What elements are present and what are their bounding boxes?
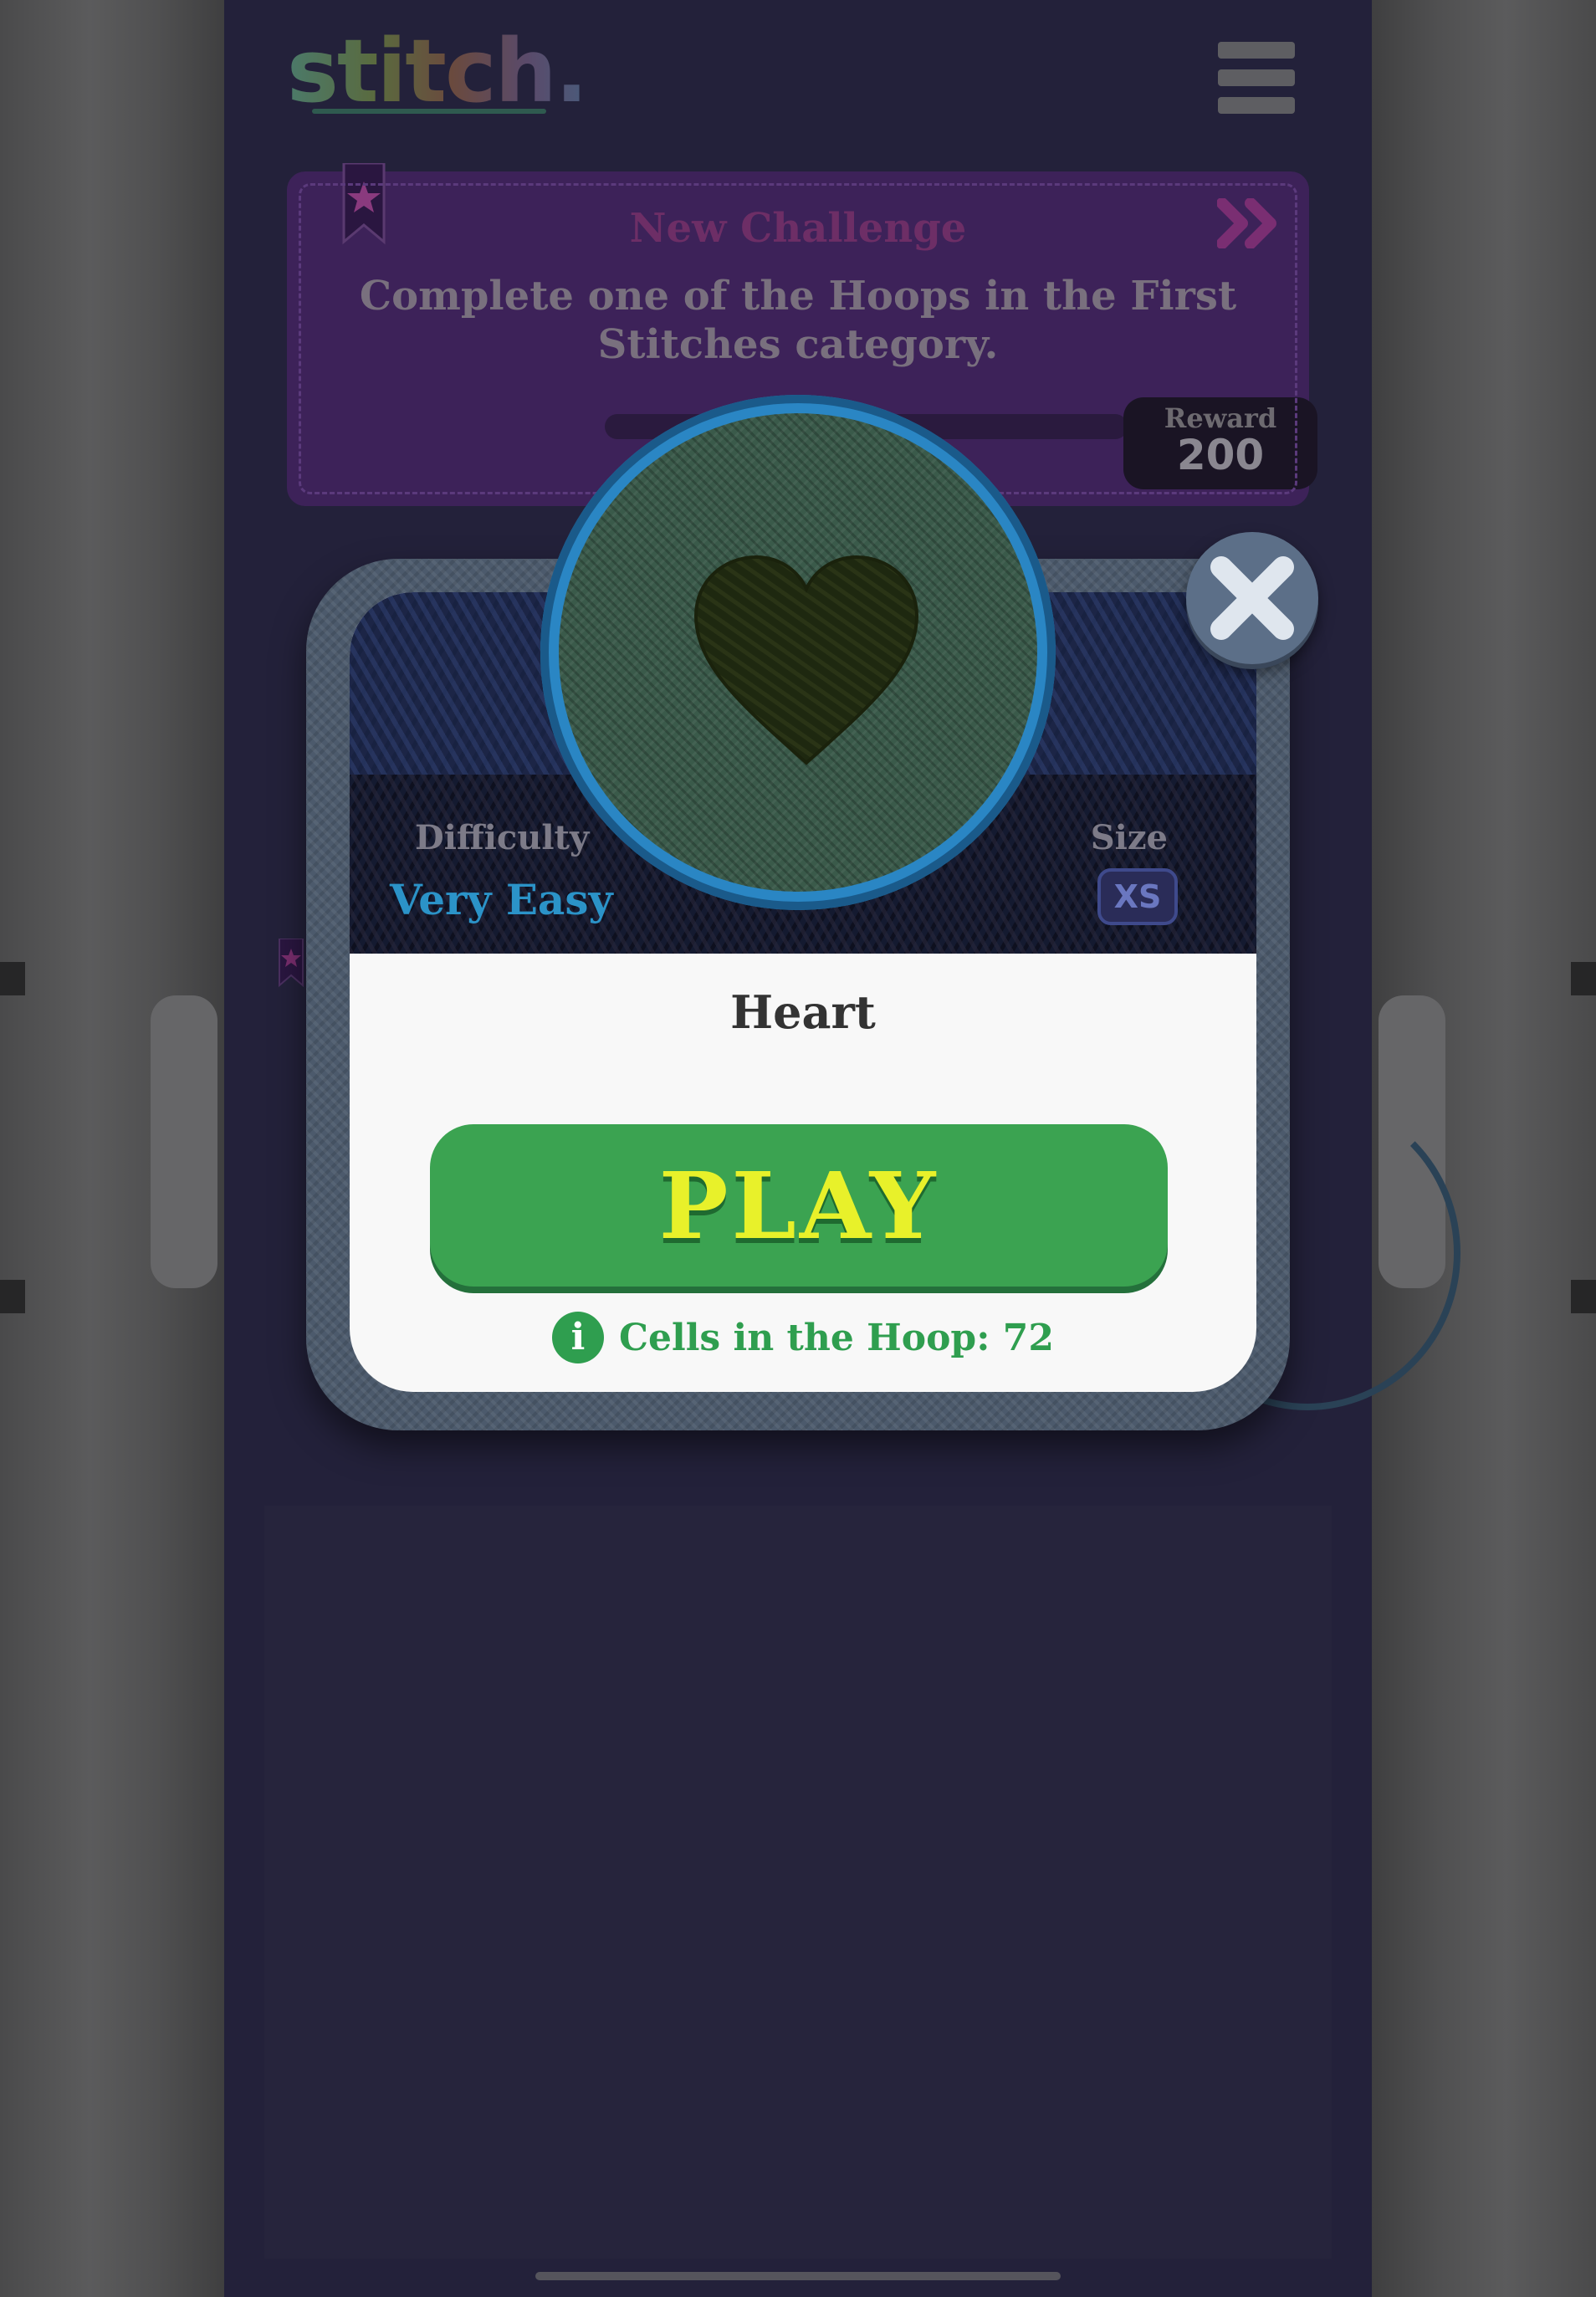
challenge-title: New Challenge (629, 205, 967, 252)
reward-label: Reward (1164, 402, 1277, 434)
challenge-description: Complete one of the Hoops in the First S… (359, 273, 1237, 368)
double-chevron-right-icon[interactable] (1217, 198, 1284, 248)
reward-box: Reward 200 (1123, 397, 1317, 489)
hoop-fabric (559, 413, 1037, 892)
reward-value: 200 (1176, 431, 1265, 479)
info-icon[interactable]: i (551, 1312, 604, 1363)
side-handle (151, 995, 217, 1288)
content-area (264, 1506, 1332, 2259)
side-notch (0, 962, 25, 995)
home-indicator[interactable] (535, 2272, 1061, 2280)
bookmark-star-icon (279, 939, 304, 988)
pattern-title: Heart (730, 985, 876, 1039)
close-button[interactable] (1186, 532, 1318, 664)
play-button[interactable]: PLAY (430, 1124, 1168, 1287)
logo-thread (312, 109, 546, 114)
cells-info: i Cells in the Hoop: 72 (350, 1312, 1256, 1363)
menu-icon[interactable] (1218, 42, 1295, 114)
side-notch (1571, 1280, 1596, 1313)
cells-count-text: Cells in the Hoop: 72 (618, 1316, 1054, 1359)
heart-pattern-icon (693, 555, 919, 765)
side-notch (1571, 962, 1596, 995)
app-logo[interactable]: stitch. (287, 17, 588, 134)
background-left-panel (0, 0, 224, 2297)
difficulty-value: Very Easy (390, 875, 613, 924)
size-label: Size (1090, 818, 1168, 857)
side-notch (0, 1280, 25, 1313)
hoop-preview (540, 395, 1056, 910)
difficulty-label: Difficulty (415, 818, 590, 857)
bookmark-star-icon (342, 163, 386, 245)
size-badge: XS (1097, 868, 1178, 925)
close-icon (1210, 556, 1294, 640)
